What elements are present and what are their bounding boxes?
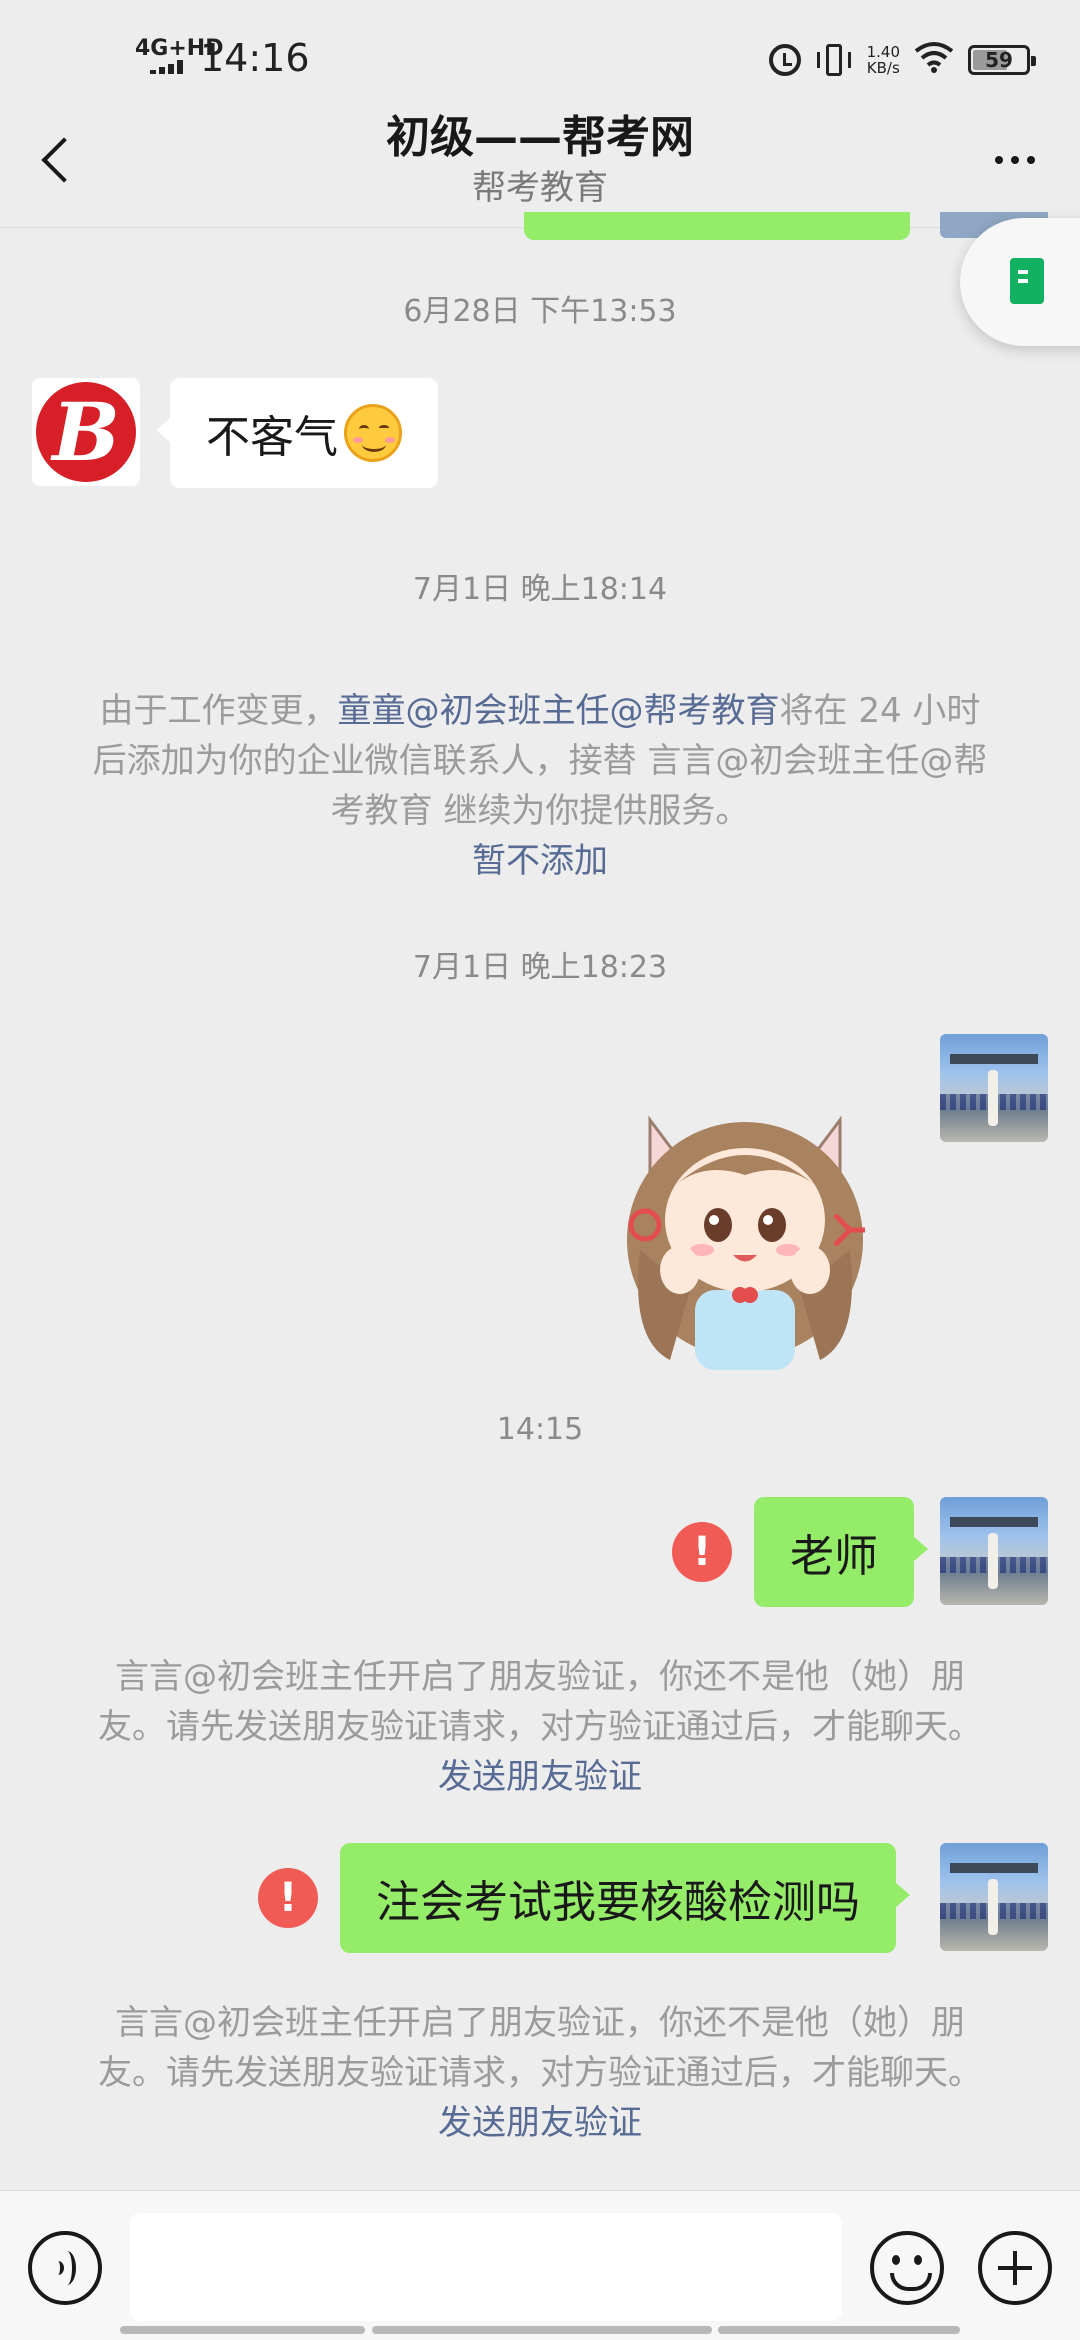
plus-icon[interactable] — [978, 2231, 1052, 2305]
avatar[interactable] — [940, 1497, 1048, 1605]
input-bar — [0, 2190, 1080, 2340]
message-input[interactable] — [130, 2213, 842, 2321]
send-failed-icon[interactable]: ! — [258, 1868, 318, 1928]
net-speed-value: 1.40 — [866, 43, 900, 61]
avatar[interactable]: B — [32, 378, 140, 486]
battery-level: 59 — [985, 48, 1013, 72]
send-failed-icon[interactable]: ! — [672, 1522, 732, 1582]
wifi-icon — [914, 41, 954, 79]
notice-text: 言言@初会班主任开启了朋友验证，你还不是他（她）朋友。请先发送朋友验证请求，对方… — [98, 1657, 982, 1747]
avatar[interactable] — [940, 1843, 1048, 1951]
notice-text: 言言@初会班主任开启了朋友验证，你还不是他（她）朋友。请先发送朋友验证请求，对方… — [98, 2003, 982, 2093]
notice-text: 由于工作变更， — [99, 691, 338, 731]
vibrate-icon — [815, 44, 853, 76]
brand-logo-letter: B — [52, 385, 120, 479]
timestamp: 6月28日 下午13:53 — [403, 294, 677, 329]
nav-indicator — [372, 2326, 712, 2334]
net-speed-unit: KB/s — [866, 59, 900, 77]
contact-link[interactable]: 童童@初会班主任@帮考教育 — [338, 691, 780, 731]
system-notice: 言言@初会班主任开启了朋友验证，你还不是他（她）朋友。请先发送朋友验证请求，对方… — [90, 1998, 990, 2148]
net-speed: 1.40 KB/s — [867, 44, 900, 76]
previous-message-bubble[interactable] — [524, 212, 910, 240]
timestamp: 7月1日 晚上18:23 — [412, 950, 668, 985]
sticker-image[interactable] — [610, 1090, 880, 1370]
signal-icon — [150, 60, 190, 74]
battery-icon: 59 — [968, 45, 1036, 75]
send-verification-link[interactable]: 发送朋友验证 — [438, 1757, 642, 1797]
emoji-icon[interactable] — [870, 2231, 944, 2305]
message-text: 老师 — [790, 1531, 878, 1582]
nav-indicator — [120, 2326, 365, 2334]
message-text: 注会考试我要核酸检测吗 — [376, 1877, 860, 1928]
chat-subtitle: 帮考教育 — [472, 168, 608, 208]
system-notice: 由于工作变更，童童@初会班主任@帮考教育将在 24 小时后添加为你的企业微信联系… — [90, 686, 990, 886]
outgoing-message-bubble[interactable]: 注会考试我要核酸检测吗 — [340, 1843, 910, 1953]
message-text: 不客气 — [206, 412, 338, 463]
voice-icon[interactable] — [28, 2231, 102, 2305]
chat-title: 初级——帮考网 — [386, 112, 694, 163]
nav-indicator — [718, 2326, 960, 2334]
timestamp: 14:15 — [496, 1412, 584, 1447]
alarm-icon — [768, 44, 801, 76]
decline-add-link[interactable]: 暂不添加 — [472, 841, 608, 881]
status-bar: 4G+HD 14:16 1.40 KB/s 59 — [0, 0, 1080, 110]
system-notice: 言言@初会班主任开启了朋友验证，你还不是他（她）朋友。请先发送朋友验证请求，对方… — [90, 1652, 990, 1802]
outgoing-message-bubble[interactable]: 老师 — [754, 1497, 928, 1607]
status-time: 14:16 — [200, 36, 310, 80]
avatar[interactable] — [940, 1034, 1048, 1142]
smile-emoji-icon — [344, 404, 402, 462]
chat-header: 初级——帮考网 帮考教育 — [0, 100, 1080, 228]
incoming-message-bubble[interactable]: 不客气 — [156, 378, 438, 488]
status-icons: 1.40 KB/s 59 — [768, 40, 1036, 80]
timestamp: 7月1日 晚上18:14 — [412, 572, 668, 607]
more-icon[interactable] — [980, 140, 1050, 180]
send-verification-link[interactable]: 发送朋友验证 — [438, 2103, 642, 2143]
